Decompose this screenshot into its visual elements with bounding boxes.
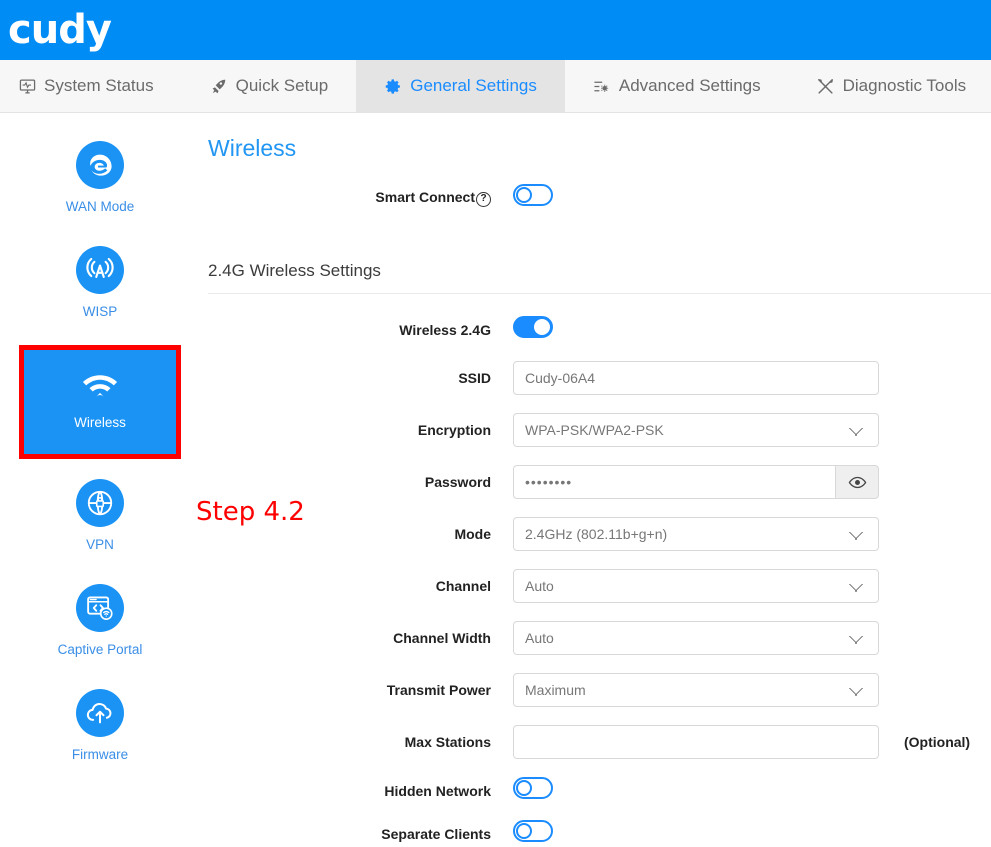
tab-label: General Settings (410, 76, 537, 95)
channel-select[interactable]: Auto (513, 569, 879, 603)
transmit-power-select[interactable]: Maximum (513, 673, 879, 707)
tab-system-status[interactable]: System Status (0, 60, 182, 112)
tab-quick-setup[interactable]: Quick Setup (182, 60, 357, 112)
brand-header: cudy (0, 0, 991, 60)
channel-width-field: Auto (513, 621, 879, 655)
tab-label: Advanced Settings (618, 76, 761, 95)
channel-width-select[interactable]: Auto (513, 621, 879, 655)
step-annotation: Step 4.2 (196, 497, 305, 527)
separate-clients-field (513, 820, 879, 847)
transmit-power-label: Transmit Power (386, 682, 491, 698)
password-label: Password (424, 474, 491, 490)
max-stations-field (513, 725, 879, 759)
sidebar-item-wan-mode[interactable]: WAN Mode (19, 135, 181, 223)
antenna-signal-icon (76, 246, 124, 294)
section-title-24g: 2.4G Wireless Settings (208, 261, 381, 280)
cloud-upload-icon (76, 689, 124, 737)
gear-icon (384, 77, 402, 95)
question-mark-icon[interactable]: ? (476, 191, 491, 207)
mode-field: 2.4GHz (802.11b+g+n) (513, 517, 879, 551)
page-body: WAN Mode WISP Wireless VPN Captive Porta… (0, 113, 991, 845)
ssid-label: SSID (458, 370, 491, 386)
browser-e-icon (76, 141, 124, 189)
mode-select[interactable]: 2.4GHz (802.11b+g+n) (513, 517, 879, 551)
tab-label: System Status (44, 76, 154, 95)
sidebar-item-wireless[interactable]: Wireless (19, 345, 181, 459)
eye-icon[interactable] (835, 465, 879, 499)
smart-connect-text: Smart Connect (375, 188, 475, 205)
wireless-24g-label: Wireless 2.4G (399, 321, 491, 338)
password-input[interactable] (513, 465, 835, 499)
encryption-field: WPA-PSK/WPA2-PSK (513, 413, 879, 447)
encryption-label: Encryption (417, 422, 491, 438)
sliders-gear-icon (593, 77, 611, 95)
browser-code-wifi-icon (76, 584, 124, 632)
tab-label: Quick Setup (235, 76, 329, 95)
tab-advanced-settings[interactable]: Advanced Settings (565, 60, 789, 112)
smart-connect-row: Smart Connect? (208, 184, 991, 211)
smart-connect-toggle[interactable] (513, 184, 553, 206)
tools-icon (817, 77, 835, 95)
sidebar-item-vpn[interactable]: VPN (19, 473, 181, 561)
transmit-power-row: Transmit Power Maximum (208, 673, 991, 707)
max-stations-optional-label: (Optional) (904, 734, 971, 750)
separate-clients-row: Separate Clients (208, 820, 991, 847)
mode-label: Mode (454, 526, 491, 542)
tab-diagnostic-tools[interactable]: Diagnostic Tools (789, 60, 991, 112)
hidden-network-row: Hidden Network (208, 777, 991, 804)
hidden-network-field (513, 777, 879, 804)
tab-label: Diagnostic Tools (842, 76, 967, 95)
password-field (513, 465, 879, 499)
page-title: Wireless (208, 135, 297, 161)
max-stations-row: Max Stations (Optional) (208, 725, 991, 759)
sidebar-item-wisp[interactable]: WISP (19, 240, 181, 328)
channel-field: Auto (513, 569, 879, 603)
sidebar-item-firmware[interactable]: Firmware (19, 683, 181, 771)
hidden-network-toggle[interactable] (513, 777, 553, 799)
tab-general-settings[interactable]: General Settings (356, 60, 565, 112)
monitor-status-icon (18, 77, 36, 95)
sidebar-item-captive-portal[interactable]: Captive Portal (19, 578, 181, 666)
password-row: Password (208, 465, 991, 499)
smart-connect-label: Smart Connect? (208, 189, 513, 207)
rocket-icon (210, 77, 228, 95)
channel-width-row: Channel Width Auto (208, 621, 991, 655)
sidebar: WAN Mode WISP Wireless VPN Captive Porta… (0, 113, 305, 845)
globe-lock-icon (76, 479, 124, 527)
ssid-row: SSID (208, 361, 991, 395)
channel-label: Channel (435, 578, 491, 594)
wireless-24g-row: Wireless 2.4G (208, 316, 991, 343)
sidebar-item-label: Firmware (71, 747, 129, 762)
separate-clients-label: Separate Clients (381, 825, 491, 842)
sidebar-item-label: WAN Mode (65, 199, 135, 214)
section-divider (208, 293, 991, 294)
wifi-icon (82, 373, 118, 401)
max-stations-input[interactable] (513, 725, 879, 759)
transmit-power-field: Maximum (513, 673, 879, 707)
cudy-logo: cudy (8, 7, 112, 53)
wireless-24g-field (513, 316, 879, 343)
mode-row: Mode 2.4GHz (802.11b+g+n) (208, 517, 991, 551)
sidebar-item-label: WISP (82, 304, 118, 319)
encryption-row: Encryption WPA-PSK/WPA2-PSK (208, 413, 991, 447)
hidden-network-label: Hidden Network (384, 782, 491, 799)
smart-connect-field (513, 184, 879, 211)
sidebar-item-label: Wireless (74, 415, 126, 430)
encryption-select[interactable]: WPA-PSK/WPA2-PSK (513, 413, 879, 447)
channel-row: Channel Auto (208, 569, 991, 603)
channel-width-label: Channel Width (393, 630, 491, 646)
ssid-field (513, 361, 879, 395)
max-stations-label: Max Stations (404, 734, 491, 750)
separate-clients-toggle[interactable] (513, 820, 553, 842)
ssid-input[interactable] (513, 361, 879, 395)
main-content: Wireless Smart Connect? 2.4G Wireless Se… (200, 113, 991, 845)
wireless-24g-toggle[interactable] (513, 316, 553, 338)
sidebar-item-label: VPN (86, 537, 114, 552)
sidebar-item-label: Captive Portal (57, 642, 143, 657)
main-nav-tabs: System Status Quick Setup General Settin… (0, 60, 991, 113)
